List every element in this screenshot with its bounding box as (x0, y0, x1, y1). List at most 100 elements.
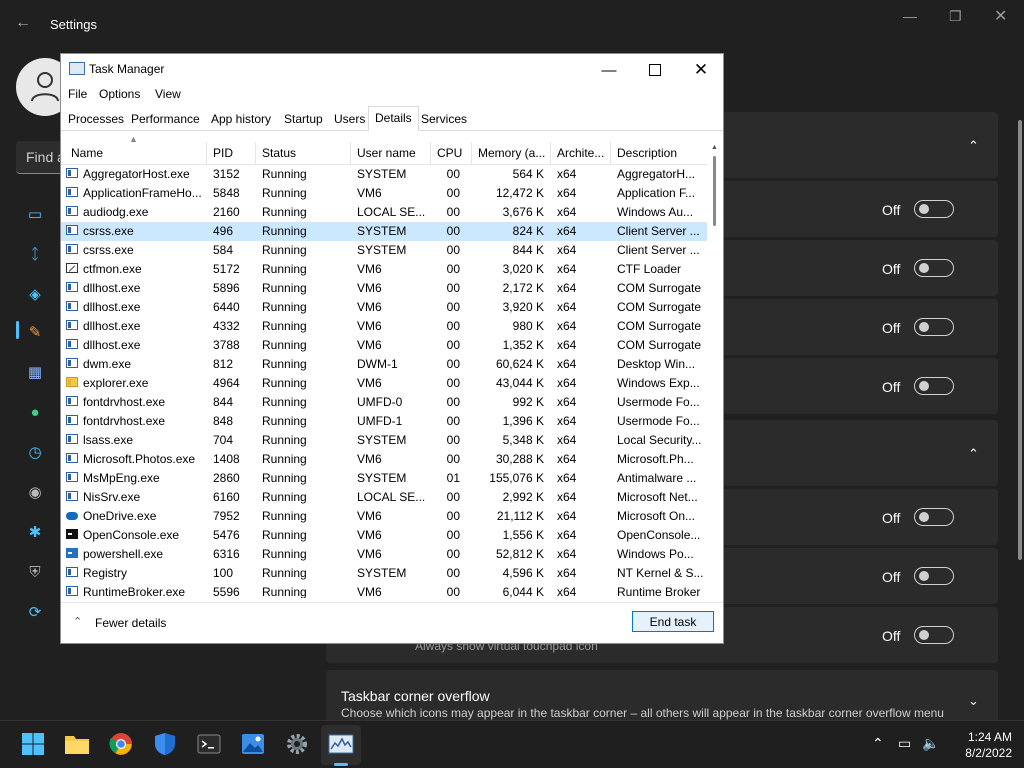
menu-options[interactable]: Options (99, 87, 140, 101)
toggle-switch[interactable] (914, 626, 954, 644)
system-nav-icon[interactable]: ▭ (26, 205, 44, 223)
cell-memory: 844 K (512, 243, 544, 257)
clock[interactable]: 1:24 AM 8/2/2022 (948, 729, 1012, 761)
privacy-nav-icon[interactable]: ⛨ (26, 563, 44, 581)
back-arrow-icon[interactable]: ← (15, 14, 31, 32)
table-row[interactable]: Registry 100 Running SYSTEM 00 4,596 K x64 NT K… (61, 564, 707, 583)
cell-cpu: 00 (446, 281, 460, 295)
table-scrollbar[interactable]: ▲ (709, 144, 721, 594)
file-explorer-button[interactable] (64, 731, 90, 757)
column-header-user[interactable]: User name (351, 142, 431, 164)
table-row[interactable]: AggregatorHost.exe 3152 Running SYSTEM 00 564… (61, 165, 707, 184)
chevron-up-icon[interactable]: ⌃ (968, 446, 979, 462)
tab-details[interactable]: Details (368, 106, 419, 131)
tab-processes[interactable]: Processes (62, 109, 130, 130)
table-row[interactable]: NisSrv.exe 6160 Running LOCAL SE... 00 2,992 … (61, 488, 707, 507)
table-row[interactable]: RuntimeBroker.exe 5596 Running VM6 00 6,044 K… (61, 583, 707, 598)
bluetooth-nav-icon[interactable]: ᛨ (26, 245, 44, 263)
toggle-switch[interactable] (914, 259, 954, 277)
cell-memory: 1,556 K (502, 528, 544, 542)
title-bar[interactable]: Task Manager — ✕ (61, 54, 723, 84)
chevron-up-icon[interactable]: ⌃ (968, 138, 979, 154)
cell-name: csrss.exe (83, 224, 134, 238)
minimize-icon[interactable]: — (903, 8, 917, 24)
tab-users[interactable]: Users (328, 109, 371, 130)
table-row[interactable]: MsMpEng.exe 2860 Running SYSTEM 01 155,076 K x… (61, 469, 707, 488)
taskbar-overflow-row[interactable]: Taskbar corner overflow Choose which ico… (326, 670, 998, 720)
cell-cpu: 00 (446, 300, 460, 314)
show-hidden-icons-chevron[interactable]: ⌃ (872, 735, 884, 752)
table-row[interactable]: audiodg.exe 2160 Running LOCAL SE... 00 3,676… (61, 203, 707, 222)
toggle-switch[interactable] (914, 377, 954, 395)
close-button[interactable]: ✕ (681, 58, 721, 82)
gaming-nav-icon[interactable]: ◉ (26, 483, 44, 501)
process-app-icon (66, 434, 78, 444)
tab-services[interactable]: Services (415, 109, 473, 130)
table-row[interactable]: dwm.exe 812 Running DWM-1 00 60,624 K x64 Deskt… (61, 355, 707, 374)
column-header-memory[interactable]: Memory (a... (472, 142, 551, 164)
time-language-nav-icon[interactable]: ◷ (26, 443, 44, 461)
cell-status: Running (262, 319, 307, 333)
column-header-description[interactable]: Description (611, 142, 707, 164)
accounts-nav-icon[interactable]: ● (26, 403, 44, 421)
terminal-button[interactable] (196, 731, 222, 757)
toggle-switch[interactable] (914, 318, 954, 336)
table-row[interactable]: fontdrvhost.exe 848 Running UMFD-1 00 1,396 K… (61, 412, 707, 431)
end-task-button[interactable]: End task (632, 611, 714, 632)
windows-security-button[interactable] (152, 731, 178, 757)
chevron-down-icon[interactable]: ⌄ (968, 693, 979, 709)
settings-scrollbar[interactable] (1018, 120, 1022, 560)
table-row[interactable]: powershell.exe 6316 Running VM6 00 52,812 K x6… (61, 545, 707, 564)
network-nav-icon[interactable]: ◈ (26, 285, 44, 303)
table-row[interactable]: OneDrive.exe 7952 Running VM6 00 21,112 K x64 M… (61, 507, 707, 526)
tab-performance[interactable]: Performance (125, 109, 206, 130)
photos-button[interactable] (240, 731, 266, 757)
table-row[interactable]: ApplicationFrameHo... 5848 Running VM6 00 12,… (61, 184, 707, 203)
chrome-button[interactable] (108, 731, 134, 757)
chevron-up-icon[interactable]: ⌃ (73, 615, 82, 628)
tab-startup[interactable]: Startup (278, 109, 329, 130)
table-row[interactable]: dllhost.exe 5896 Running VM6 00 2,172 K x64 COM… (61, 279, 707, 298)
column-header-status[interactable]: Status (256, 142, 351, 164)
process-pen-icon (66, 263, 78, 273)
column-header-name[interactable]: Name (61, 142, 207, 164)
task-manager-taskbar-button[interactable] (328, 731, 354, 757)
maximize-button[interactable] (635, 58, 675, 82)
table-row[interactable]: ctfmon.exe 5172 Running VM6 00 3,020 K x64 CTF … (61, 260, 707, 279)
shield-icon (155, 733, 175, 755)
menu-view[interactable]: View (155, 87, 181, 101)
table-row[interactable]: csrss.exe 496 Running SYSTEM 00 824 K x64 Clien… (61, 222, 707, 241)
toggle-switch[interactable] (914, 567, 954, 585)
table-row[interactable]: OpenConsole.exe 5476 Running VM6 00 1,556 K x6… (61, 526, 707, 545)
network-icon[interactable]: ▭ (898, 735, 911, 752)
fewer-details-link[interactable]: Fewer details (95, 616, 166, 630)
column-header-architecture[interactable]: Archite... (551, 142, 611, 164)
settings-button[interactable] (284, 731, 310, 757)
volume-icon[interactable]: 🔈 (922, 735, 939, 752)
cell-pid: 2860 (213, 471, 240, 485)
column-header-cpu[interactable]: CPU (431, 142, 472, 164)
table-row[interactable]: fontdrvhost.exe 844 Running UMFD-0 00 992 K x6… (61, 393, 707, 412)
table-row[interactable]: Microsoft.Photos.exe 1408 Running VM6 00 30,2… (61, 450, 707, 469)
table-row[interactable]: dllhost.exe 4332 Running VM6 00 980 K x64 COM S… (61, 317, 707, 336)
toggle-switch[interactable] (914, 200, 954, 218)
table-row[interactable]: dllhost.exe 3788 Running VM6 00 1,352 K x64 COM… (61, 336, 707, 355)
toggle-switch[interactable] (914, 508, 954, 526)
accessibility-nav-icon[interactable]: ✱ (26, 523, 44, 541)
close-icon[interactable]: ✕ (994, 6, 1007, 26)
column-header-pid[interactable]: PID (207, 142, 256, 164)
start-button[interactable] (20, 731, 46, 757)
personalization-nav-icon[interactable]: ✎ (26, 323, 44, 341)
windows-update-nav-icon[interactable]: ⟳ (26, 603, 44, 621)
tab-app-history[interactable]: App history (205, 109, 277, 130)
apps-nav-icon[interactable]: ▦ (26, 363, 44, 381)
table-row[interactable]: explorer.exe 4964 Running VM6 00 43,044 K x64 W… (61, 374, 707, 393)
table-row[interactable]: csrss.exe 584 Running SYSTEM 00 844 K x64 Clien… (61, 241, 707, 260)
scrollbar-thumb[interactable] (713, 156, 716, 226)
menu-file[interactable]: File (68, 87, 87, 101)
maximize-icon[interactable]: ❐ (949, 8, 962, 25)
scroll-up-icon[interactable]: ▲ (711, 144, 718, 151)
table-row[interactable]: lsass.exe 704 Running SYSTEM 00 5,348 K x64 Loc… (61, 431, 707, 450)
minimize-button[interactable]: — (589, 58, 629, 82)
table-row[interactable]: dllhost.exe 6440 Running VM6 00 3,920 K x64 COM… (61, 298, 707, 317)
